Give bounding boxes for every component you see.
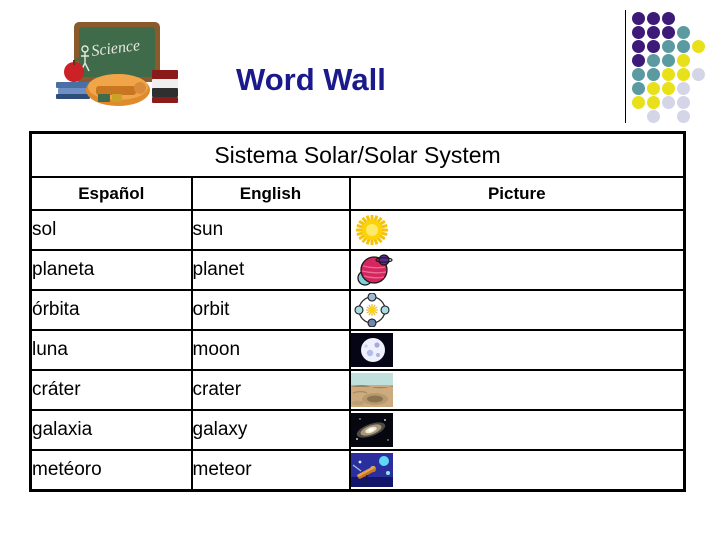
cell-english: crater [190, 369, 351, 411]
cell-spanish: planeta [29, 249, 193, 291]
grid-dot [632, 82, 645, 95]
cell-english: meteor [190, 449, 351, 492]
grid-dot [677, 26, 690, 39]
grid-dot [677, 82, 690, 95]
cell-picture [348, 249, 687, 291]
grid-dot [647, 26, 660, 39]
sun-icon [351, 213, 393, 247]
crater-icon [350, 373, 393, 407]
grid-dot [677, 54, 690, 67]
grid-dot [662, 54, 675, 67]
grid-dot [692, 40, 705, 53]
grid-dot [677, 68, 690, 81]
decorative-dot-grid [632, 12, 705, 124]
cell-english: planet [190, 249, 351, 291]
meteor-icon [350, 453, 393, 487]
cell-spanish: luna [29, 329, 193, 371]
orbit-icon [351, 292, 393, 328]
grid-dot [662, 12, 675, 25]
grid-dot [677, 40, 690, 53]
page-title: Word Wall [236, 62, 386, 97]
grid-dot [692, 68, 705, 81]
column-header-spanish: Español [29, 176, 193, 211]
topic-title: Sistema Solar/Solar System [28, 131, 687, 178]
cell-english: sun [190, 209, 351, 251]
column-header-picture: Picture [348, 176, 687, 211]
cell-picture [348, 409, 687, 451]
grid-dot [662, 40, 675, 53]
galaxy-icon [350, 413, 393, 447]
grid-dot [677, 96, 690, 109]
word-wall-table-body: Sistema Solar/Solar System Español Engli… [28, 131, 687, 492]
grid-dot [662, 68, 675, 81]
cell-picture [348, 369, 687, 411]
table-row: metéoro meteor [29, 449, 687, 492]
table-row: galaxia galaxy [29, 409, 687, 451]
table-row: luna moon [29, 329, 687, 371]
header-divider [625, 10, 626, 123]
table-row: sol sun [29, 209, 687, 251]
cell-picture [348, 329, 687, 371]
topic-title-row: Sistema Solar/Solar System [28, 131, 687, 178]
grid-dot [647, 54, 660, 67]
cell-spanish: galaxia [29, 409, 193, 451]
grid-dot [677, 110, 690, 123]
cell-english: orbit [190, 289, 351, 331]
grid-dot [662, 26, 675, 39]
grid-dot [632, 54, 645, 67]
science-chalkboard-clipart: Science [52, 16, 190, 116]
grid-dot [647, 12, 660, 25]
grid-dot [662, 96, 675, 109]
table-row: órbita orbit [29, 289, 687, 331]
cell-spanish: sol [29, 209, 193, 251]
page-header: Science Word Wall [0, 0, 720, 128]
grid-dot [632, 26, 645, 39]
table-row: planeta planet [29, 249, 687, 291]
cell-spanish: órbita [29, 289, 193, 331]
cell-english: galaxy [190, 409, 351, 451]
grid-dot [647, 68, 660, 81]
cell-picture [348, 449, 687, 492]
grid-dot [647, 82, 660, 95]
grid-dot [632, 96, 645, 109]
word-wall-table: Sistema Solar/Solar System Español Engli… [28, 131, 687, 492]
grid-dot [647, 110, 660, 123]
table-row: cráter crater [29, 369, 687, 411]
cell-picture [348, 209, 687, 251]
grid-dot [662, 82, 675, 95]
cell-english: moon [190, 329, 351, 371]
cell-spanish: metéoro [29, 449, 193, 492]
grid-dot [632, 12, 645, 25]
column-header-row: Español English Picture [29, 176, 687, 211]
moon-icon [350, 333, 393, 367]
grid-dot [647, 40, 660, 53]
cell-spanish: cráter [29, 369, 193, 411]
cell-picture [348, 289, 687, 331]
planet-icon [351, 253, 393, 287]
grid-dot [647, 96, 660, 109]
grid-dot [632, 40, 645, 53]
column-header-english: English [190, 176, 351, 211]
grid-dot [632, 68, 645, 81]
